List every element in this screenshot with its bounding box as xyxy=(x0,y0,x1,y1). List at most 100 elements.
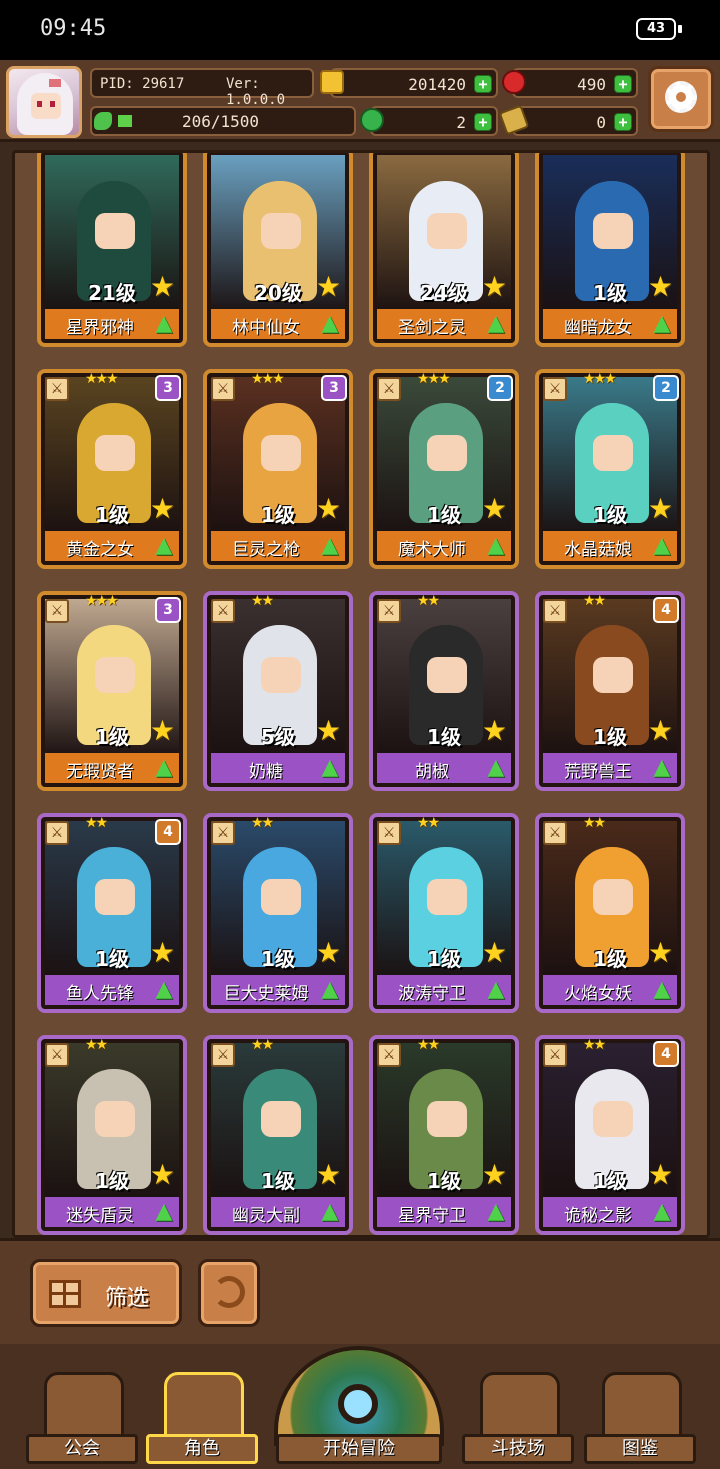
character-portrait: 1级 ★ xyxy=(543,377,677,537)
character-face xyxy=(593,657,633,693)
character-card[interactable]: 1级 ★ 火焰女妖 ▲ ⚔ ★★ xyxy=(535,813,685,1013)
character-card[interactable]: 1级 ★ 诡秘之影 ▲ ⚔ ★★ 4 xyxy=(535,1035,685,1235)
character-portrait: 1级 ★ xyxy=(543,821,677,981)
character-face-icon xyxy=(164,1372,244,1442)
card-frame: 1级 ★ 诡秘之影 ▲ ⚔ ★★ 4 xyxy=(535,1035,685,1235)
character-face xyxy=(261,1101,301,1137)
character-name: 黄金之女 xyxy=(66,540,134,560)
nav-character[interactable]: 角色 xyxy=(146,1372,266,1464)
character-card[interactable]: 1级 ★ 鱼人先锋 ▲ ⚔ ★★ 4 xyxy=(37,813,187,1013)
count-badge: 3 xyxy=(155,375,181,401)
character-name: 圣剑之灵 xyxy=(398,318,466,338)
character-face xyxy=(261,879,301,915)
count-badge: 2 xyxy=(487,375,513,401)
player-avatar[interactable] xyxy=(6,66,82,138)
character-portrait: 5级 ★ xyxy=(211,599,345,759)
character-card[interactable]: 1级 ★ 胡椒 ▲ ⚔ ★★ xyxy=(369,591,519,791)
card-frame: 24级 ★ 圣剑之灵 ▲ xyxy=(369,153,519,347)
class-icon: ⚔ xyxy=(45,377,69,401)
character-face xyxy=(261,213,301,249)
character-card[interactable]: 1级 ★ 水晶菇娘 ▲ ⚔ ★★★ 2 xyxy=(535,369,685,569)
class-icon: ⚔ xyxy=(377,377,401,401)
count-badge: 2 xyxy=(653,375,679,401)
battery-tip xyxy=(678,25,682,33)
name-bar: 巨大史莱姆 ▲ xyxy=(211,975,345,1005)
class-icon: ⚔ xyxy=(211,377,235,401)
star-icon: ★ xyxy=(315,714,341,747)
pid-text: PID: 29617 xyxy=(100,76,185,92)
character-name: 巨大史莱姆 xyxy=(223,984,309,1004)
settings-button[interactable] xyxy=(648,66,714,132)
add-ruby-button[interactable]: + xyxy=(614,75,632,93)
class-icon: ⚔ xyxy=(377,1043,401,1067)
exp-bar-fill xyxy=(118,115,132,127)
character-card[interactable]: 1级 ★ 无瑕贤者 ▲ ⚔ ★★★ 3 xyxy=(37,591,187,791)
character-card[interactable]: 1级 ★ 星界守卫 ▲ ⚔ ★★ xyxy=(369,1035,519,1235)
nav-adventure[interactable]: 开始冒险 xyxy=(274,1346,444,1466)
upgrade-arrow-icon: ▲ xyxy=(487,977,505,1002)
refresh-button[interactable] xyxy=(198,1259,260,1327)
name-bar: 奶糖 ▲ xyxy=(211,753,345,783)
scroll-icon xyxy=(498,104,530,136)
card-frame: 1级 ★ 荒野兽王 ▲ ⚔ ★★ 4 xyxy=(535,591,685,791)
character-card[interactable]: 1级 ★ 幽灵大副 ▲ ⚔ ★★ xyxy=(203,1035,353,1235)
upgrade-arrow-icon: ▲ xyxy=(321,977,339,1002)
star-icon: ★ xyxy=(481,1158,507,1191)
character-card[interactable]: 1级 ★ 迷失盾灵 ▲ ⚔ ★★ xyxy=(37,1035,187,1235)
character-name: 鱼人先锋 xyxy=(66,984,134,1004)
star-icon: ★ xyxy=(149,492,175,525)
character-name: 魔术大师 xyxy=(398,540,466,560)
add-gold-button[interactable]: + xyxy=(474,75,492,93)
character-card[interactable]: 1级 ★ 巨大史莱姆 ▲ ⚔ ★★ xyxy=(203,813,353,1013)
character-portrait: 1级 ★ xyxy=(543,155,677,315)
character-card[interactable]: 1级 ★ 巨灵之枪 ▲ ⚔ ★★★ 3 xyxy=(203,369,353,569)
control-bar: 筛选 xyxy=(0,1238,720,1344)
rarity-stars: ★★★ xyxy=(85,593,119,609)
name-bar: 圣剑之灵 ▲ xyxy=(377,309,511,339)
nav-codex[interactable]: 图鉴 xyxy=(584,1372,704,1464)
nav-guild[interactable]: 公会 xyxy=(26,1372,146,1464)
upgrade-arrow-icon: ▲ xyxy=(155,311,173,336)
rarity-stars: ★★★ xyxy=(417,371,451,387)
upgrade-arrow-icon: ▲ xyxy=(155,755,173,780)
clover-icon xyxy=(360,108,384,132)
character-card[interactable]: 20级 ★ 林中仙女 ▲ xyxy=(203,153,353,347)
card-frame: 1级 ★ 迷失盾灵 ▲ ⚔ ★★ xyxy=(37,1035,187,1235)
character-name: 迷失盾灵 xyxy=(66,1206,134,1226)
character-panel[interactable]: 21级 ★ 星界邪神 ▲ 20级 ★ 林中仙女 ▲ 24级 ★ 圣剑之灵 ▲ 1级 ★ 幽暗龙女 ▲ 1级 ★ 黄金… xyxy=(12,150,710,1238)
character-card[interactable]: 24级 ★ 圣剑之灵 ▲ xyxy=(369,153,519,347)
character-face xyxy=(261,657,301,693)
character-card[interactable]: 1级 ★ 波涛守卫 ▲ ⚔ ★★ xyxy=(369,813,519,1013)
class-icon: ⚔ xyxy=(377,599,401,623)
rarity-stars: ★★ xyxy=(417,815,440,831)
filter-button[interactable]: 筛选 xyxy=(30,1259,182,1327)
character-card[interactable]: 1级 ★ 黄金之女 ▲ ⚔ ★★★ 3 xyxy=(37,369,187,569)
character-card[interactable]: 1级 ★ 幽暗龙女 ▲ xyxy=(535,153,685,347)
character-name: 星界守卫 xyxy=(398,1206,466,1226)
upgrade-arrow-icon: ▲ xyxy=(487,533,505,558)
character-name: 奶糖 xyxy=(249,762,283,782)
character-card[interactable]: 5级 ★ 奶糖 ▲ ⚔ ★★ xyxy=(203,591,353,791)
status-time: 09:45 xyxy=(40,16,107,41)
star-icon: ★ xyxy=(149,1158,175,1191)
rarity-stars: ★★ xyxy=(251,593,274,609)
gold-box: 201420 + xyxy=(320,68,498,98)
card-frame: 1级 ★ 幽灵大副 ▲ ⚔ ★★ xyxy=(203,1035,353,1235)
clover-value: 2 xyxy=(456,113,466,132)
character-face xyxy=(95,435,135,471)
player-header: PID: 29617 Ver: 1.0.0.0 206/1500 201420 … xyxy=(0,60,720,142)
character-card[interactable]: 1级 ★ 荒野兽王 ▲ ⚔ ★★ 4 xyxy=(535,591,685,791)
add-clover-button[interactable]: + xyxy=(474,113,492,131)
character-name: 幽暗龙女 xyxy=(564,318,632,338)
character-name: 星界邪神 xyxy=(66,318,134,338)
battery-icon: 43 xyxy=(636,18,676,40)
add-scroll-button[interactable]: + xyxy=(614,113,632,131)
character-card[interactable]: 21级 ★ 星界邪神 ▲ xyxy=(37,153,187,347)
character-portrait: 1级 ★ xyxy=(543,599,677,759)
character-card[interactable]: 1级 ★ 魔术大师 ▲ ⚔ ★★★ 2 xyxy=(369,369,519,569)
nav-arena[interactable]: 斗技场 xyxy=(462,1372,582,1464)
book-icon xyxy=(602,1372,682,1442)
count-badge: 3 xyxy=(155,597,181,623)
star-icon: ★ xyxy=(149,714,175,747)
character-portrait: 1级 ★ xyxy=(45,377,179,537)
